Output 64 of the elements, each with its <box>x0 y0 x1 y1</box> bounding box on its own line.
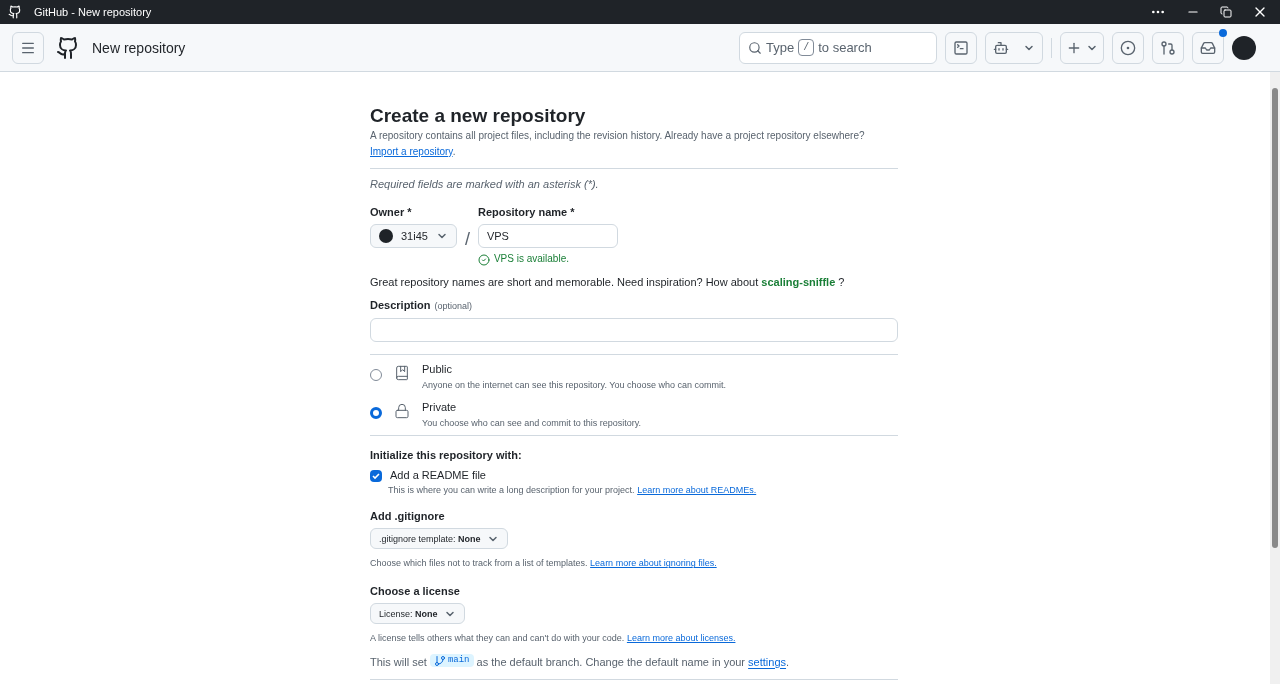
init-heading: Initialize this repository with: <box>370 448 523 464</box>
avatar <box>379 229 393 244</box>
readme-note: This is where you can write a long description for your project. Learn more about READMEs. <box>388 483 758 497</box>
create-button[interactable] <box>1060 31 1104 64</box>
checkmark-icon <box>371 470 381 481</box>
branch-icon <box>433 654 446 667</box>
path-separator: / <box>464 227 470 251</box>
visibility-note: Anyone on the internet can see this repository. You choose who can commit. <box>422 379 726 393</box>
visibility-note: You choose who can see and commit to this repository. <box>422 417 642 431</box>
radio-button[interactable] <box>370 407 382 420</box>
page-heading: Create a new repository <box>370 104 587 128</box>
readme-label: Add a README file <box>390 467 486 483</box>
default-branch-note: This will set main as the default branch. Change the default name in your settings. <box>370 654 791 671</box>
terminal-icon <box>953 39 969 56</box>
command-palette-button[interactable] <box>945 31 977 64</box>
inbox-icon <box>1200 39 1216 56</box>
availability-status: VPS is available. <box>493 252 569 267</box>
learn-more-link[interactable]: Learn more about licenses. <box>626 633 736 644</box>
description-label: Description <box>370 298 431 314</box>
search-placeholder: to search <box>818 38 872 57</box>
readme-checkbox[interactable] <box>370 469 382 482</box>
section-note: Choose which files not to track from a list of templates. Learn more about ignoring files. <box>370 557 718 571</box>
scrollbar[interactable] <box>1270 72 1280 684</box>
menu-button[interactable] <box>12 31 44 64</box>
restore-icon[interactable] <box>1220 6 1232 18</box>
search-placeholder: Type <box>766 38 795 57</box>
lock-icon <box>394 403 410 420</box>
section-note: A license tells others what they can and can't do with your code. Learn more about licenses. <box>370 632 737 646</box>
optional-hint: (optional) <box>434 300 473 314</box>
section-heading: Add .gitignore <box>370 509 446 525</box>
template-select[interactable]: .gitignore template: None <box>370 528 508 550</box>
shortcut-key: / <box>798 39 815 56</box>
branch-name: main <box>447 654 470 668</box>
visibility-label: Private <box>422 400 458 416</box>
avatar[interactable] <box>1232 35 1256 60</box>
section-heading: Choose a license <box>370 584 461 600</box>
inbox-button[interactable] <box>1192 31 1224 64</box>
repo-name-label: Repository name * <box>477 204 576 220</box>
owner-select[interactable]: 31i45 <box>370 224 457 249</box>
suggested-name-link[interactable]: scaling-sniffle <box>761 275 836 288</box>
pull-request-icon <box>1160 39 1176 56</box>
check-circle-icon <box>477 253 490 266</box>
description-field[interactable] <box>370 318 898 343</box>
pull-requests-button[interactable] <box>1152 31 1184 64</box>
window-title: GitHub - New repository <box>34 4 152 20</box>
github-logo-icon <box>8 5 22 19</box>
repo-name-field[interactable]: VPS <box>477 224 618 249</box>
readme-link[interactable]: Learn more about READMEs. <box>637 484 757 495</box>
search-icon <box>748 40 762 55</box>
github-logo-icon[interactable] <box>56 35 80 60</box>
copilot-button[interactable] <box>985 31 1043 64</box>
owner-label: Owner * <box>370 204 413 220</box>
issues-button[interactable] <box>1112 31 1144 64</box>
search-field[interactable]: Type / to search <box>739 31 937 64</box>
intro-text: A repository contains all project files, including the revision history. Already have a project repository elsewhere? Import a repository. <box>370 129 866 159</box>
visibility-label: Public <box>422 362 453 378</box>
import-link[interactable]: Import a repository <box>370 146 453 157</box>
issue-icon <box>1120 39 1136 56</box>
page-title: New repository <box>92 38 186 58</box>
learn-more-link[interactable]: Learn more about ignoring files. <box>590 558 717 569</box>
required-note: Required fields are marked with an asterisk (*). <box>370 177 600 192</box>
template-select[interactable]: License: None <box>370 603 465 625</box>
name-suggestion: Great repository names are short and memorable. Need inspiration? How about scaling-sniffle ? <box>370 274 846 290</box>
repo-book-icon <box>394 365 410 382</box>
